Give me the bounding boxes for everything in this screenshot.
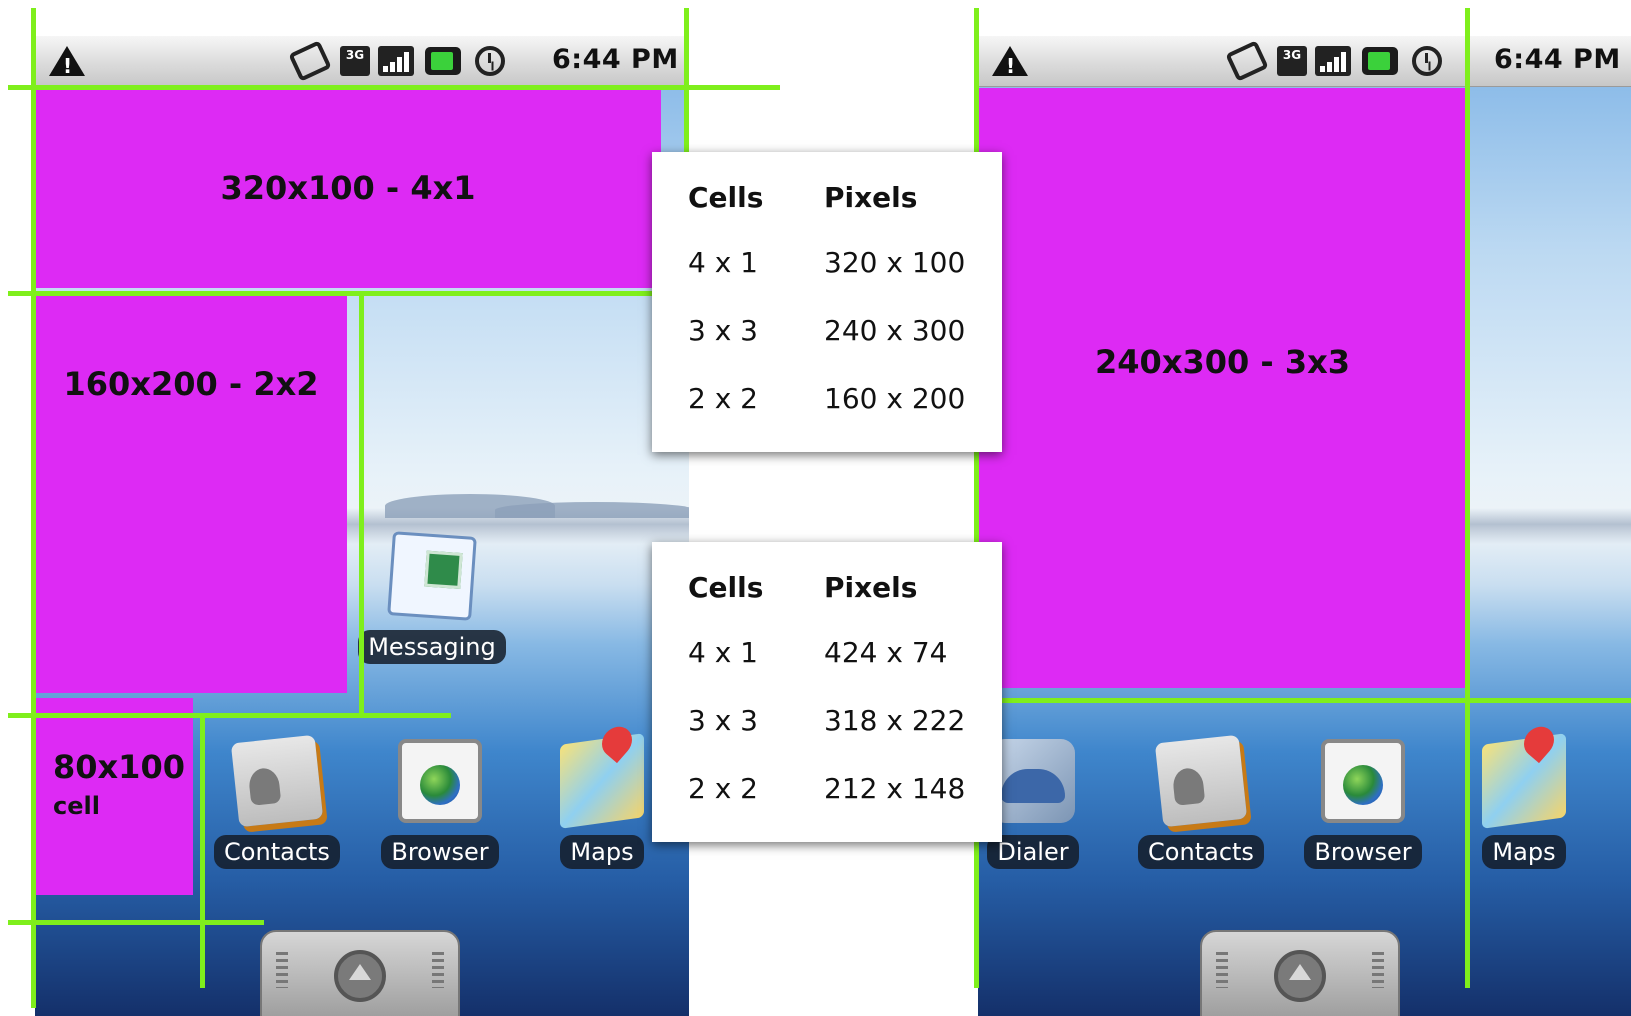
grid-line bbox=[359, 293, 364, 716]
mountain bbox=[495, 502, 689, 518]
widget-3x3[interactable]: 240x300 - 3x3 bbox=[978, 88, 1467, 688]
maps-icon bbox=[1482, 733, 1566, 829]
app-label: Browser bbox=[381, 835, 499, 869]
table-row: 2 x 2 160 x 200 bbox=[688, 364, 965, 432]
maps-icon bbox=[560, 733, 644, 829]
app-browser[interactable]: Browser bbox=[365, 739, 515, 869]
table-cell: 3 x 3 bbox=[688, 703, 758, 737]
clock: 6:44 PM bbox=[1494, 44, 1621, 75]
table-cell: 4 x 1 bbox=[688, 635, 758, 669]
widget-2x2[interactable]: 160x200 - 2x2 bbox=[35, 293, 347, 693]
home-screen-right: 3G 6:44 PM 240x300 - 3x3 Dialer Contacts… bbox=[978, 36, 1631, 1016]
table-cell: 160 x 200 bbox=[824, 381, 966, 415]
3g-icon: 3G bbox=[1277, 46, 1307, 76]
app-label: Contacts bbox=[1138, 835, 1264, 869]
grid-line bbox=[978, 698, 1631, 703]
table-header-row: Cells Pixels bbox=[688, 166, 965, 228]
widget-sublabel: cell bbox=[53, 792, 100, 820]
table-cell: 318 x 222 bbox=[824, 703, 966, 737]
column-header: Cells bbox=[688, 570, 764, 604]
contacts-icon bbox=[1154, 734, 1248, 828]
table-cell: 2 x 2 bbox=[688, 381, 758, 415]
battery-icon bbox=[425, 47, 461, 75]
widget-4x1[interactable]: 320x100 - 4x1 bbox=[35, 88, 661, 288]
column-header: Cells bbox=[688, 180, 764, 214]
app-contacts[interactable]: Contacts bbox=[1126, 734, 1276, 869]
grid-line bbox=[8, 920, 264, 925]
app-drawer-handle[interactable] bbox=[1200, 930, 1400, 1016]
messaging-icon bbox=[387, 531, 477, 621]
dialer-icon bbox=[991, 739, 1075, 823]
signal-icon bbox=[1315, 46, 1351, 76]
widget-label: 240x300 - 3x3 bbox=[1095, 343, 1350, 381]
widget-label: 160x200 - 2x2 bbox=[63, 365, 319, 403]
table-card-default-sizes: Cells Pixels 4 x 1 320 x 100 3 x 3 240 x… bbox=[652, 152, 1002, 452]
app-browser[interactable]: Browser bbox=[1288, 739, 1438, 869]
drawer-up-icon bbox=[1274, 950, 1326, 1002]
vibrate-icon bbox=[1225, 40, 1269, 82]
grid-line bbox=[1465, 8, 1470, 988]
table-row: 4 x 1 424 x 74 bbox=[688, 618, 965, 686]
battery-icon bbox=[1362, 47, 1398, 75]
table-cell: 424 x 74 bbox=[824, 635, 948, 669]
browser-icon bbox=[1321, 739, 1405, 823]
contacts-icon bbox=[230, 734, 324, 828]
table-card-scaled-sizes: Cells Pixels 4 x 1 424 x 74 3 x 3 318 x … bbox=[652, 542, 1002, 842]
status-bar: 3G 6:44 PM bbox=[978, 36, 1631, 87]
table-row: 3 x 3 240 x 300 bbox=[688, 296, 965, 364]
table-row: 3 x 3 318 x 222 bbox=[688, 686, 965, 754]
alarm-icon bbox=[475, 46, 505, 76]
table-cell: 4 x 1 bbox=[688, 245, 758, 279]
app-contacts[interactable]: Contacts bbox=[202, 734, 352, 869]
app-label: Messaging bbox=[358, 630, 506, 664]
app-label: Browser bbox=[1304, 835, 1422, 869]
grid-line bbox=[31, 8, 36, 1008]
table-cell: 2 x 2 bbox=[688, 771, 758, 805]
table-row: 4 x 1 320 x 100 bbox=[688, 228, 965, 296]
widget-label: 80x100 bbox=[53, 748, 185, 786]
widget-label: 320x100 - 4x1 bbox=[220, 169, 476, 207]
grid-line bbox=[200, 716, 205, 988]
table-row: 2 x 2 212 x 148 bbox=[688, 754, 965, 822]
table-cell: 212 x 148 bbox=[824, 771, 966, 805]
grid-line bbox=[8, 85, 780, 90]
table-cell: 320 x 100 bbox=[824, 245, 966, 279]
table-header-row: Cells Pixels bbox=[688, 556, 965, 618]
app-label: Maps bbox=[560, 835, 644, 869]
app-messaging[interactable]: Messaging bbox=[357, 531, 507, 664]
size-table: Cells Pixels 4 x 1 424 x 74 3 x 3 318 x … bbox=[688, 556, 965, 822]
app-maps[interactable]: Maps bbox=[1449, 733, 1599, 869]
column-header: Pixels bbox=[824, 570, 918, 604]
status-bar: 3G 6:44 PM bbox=[35, 36, 689, 87]
table-cell: 240 x 300 bbox=[824, 313, 966, 347]
widget-cell[interactable]: 80x100 cell bbox=[35, 698, 193, 895]
app-label: Maps bbox=[1482, 835, 1566, 869]
grid-line bbox=[8, 713, 451, 718]
size-table: Cells Pixels 4 x 1 320 x 100 3 x 3 240 x… bbox=[688, 166, 965, 432]
grid-line bbox=[8, 291, 683, 296]
3g-icon: 3G bbox=[340, 46, 370, 76]
browser-icon bbox=[398, 739, 482, 823]
warning-icon bbox=[992, 46, 1028, 78]
vibrate-icon bbox=[288, 40, 332, 82]
drawer-up-icon bbox=[334, 950, 386, 1002]
table-cell: 3 x 3 bbox=[688, 313, 758, 347]
app-drawer-handle[interactable] bbox=[260, 930, 460, 1016]
signal-icon bbox=[378, 46, 414, 76]
app-label: Contacts bbox=[214, 835, 340, 869]
alarm-icon bbox=[1412, 46, 1442, 76]
warning-icon bbox=[49, 46, 85, 78]
column-header: Pixels bbox=[824, 180, 918, 214]
clock: 6:44 PM bbox=[552, 44, 679, 75]
